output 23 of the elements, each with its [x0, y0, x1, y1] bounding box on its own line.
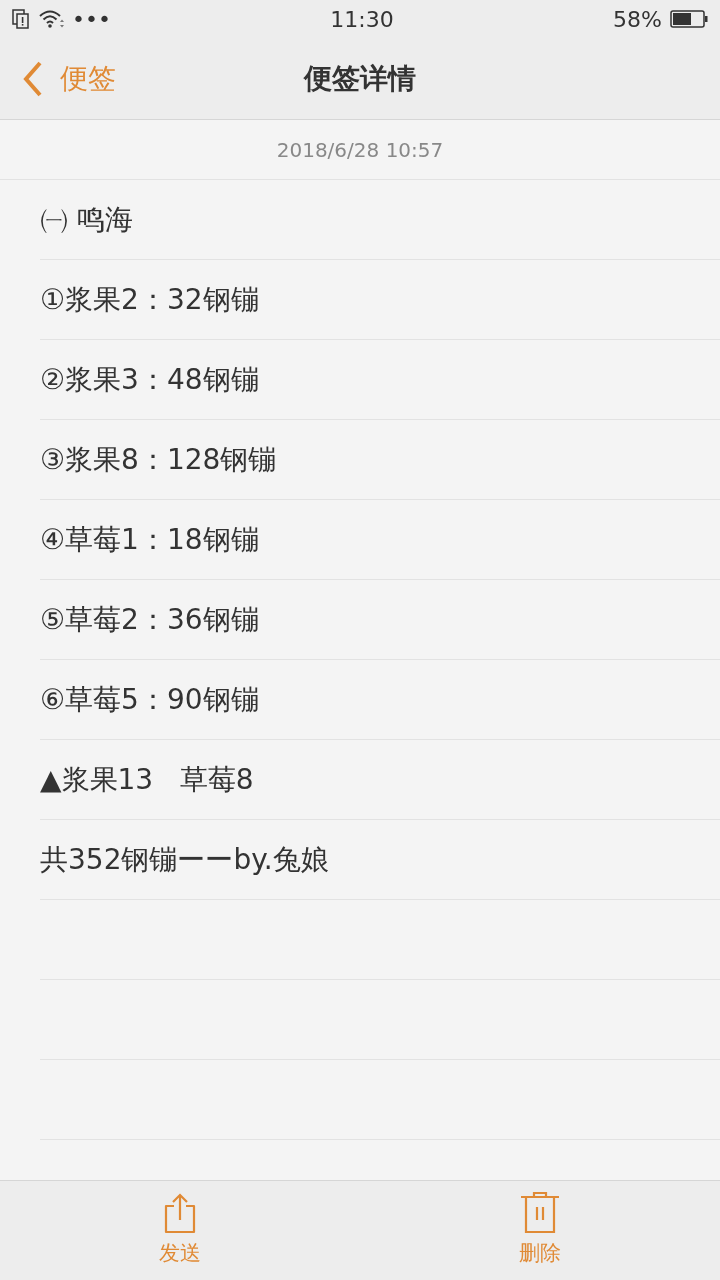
share-icon — [163, 1191, 197, 1234]
back-chevron-icon — [22, 60, 44, 97]
note-line: ①浆果2：32钢镚 — [40, 281, 259, 318]
note-line: ②浆果3：48钢镚 — [40, 361, 259, 398]
page-title: 便签详情 — [304, 60, 416, 97]
note-line: ㈠ 鸣海 — [40, 201, 133, 238]
sim-icon — [12, 9, 30, 29]
back-button[interactable]: 便签 — [16, 56, 122, 101]
send-button[interactable]: 发送 — [153, 1190, 207, 1271]
battery-icon — [670, 10, 708, 28]
delete-button[interactable]: 删除 — [513, 1190, 567, 1271]
more-icon: ••• — [72, 2, 111, 36]
note-line: ⑤草莓2：36钢镚 — [40, 601, 259, 638]
note-line: ③浆果8：128钢镚 — [40, 441, 277, 478]
status-time: 11:30 — [330, 5, 394, 34]
note-line: ④草莓1：18钢镚 — [40, 521, 259, 558]
note-line: ⑥草莓5：90钢镚 — [40, 681, 259, 718]
battery-percent: 58% — [613, 5, 662, 34]
wifi-icon — [38, 9, 64, 29]
trash-icon — [520, 1191, 560, 1234]
note-line: ▲浆果13 草莓8 — [40, 761, 254, 798]
note-line: 共352钢镚ーーby.兔娘 — [40, 841, 329, 878]
note-date: 2018/6/28 10:57 — [276, 136, 444, 164]
